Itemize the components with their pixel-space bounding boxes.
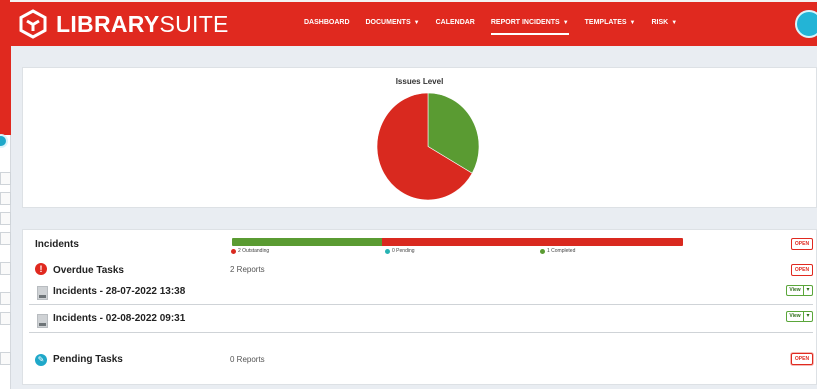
nav-item-templates[interactable]: TEMPLATES ▼ (585, 19, 636, 33)
incident-item-title[interactable]: Incidents - 02-08-2022 09:31 (53, 313, 185, 324)
legend-pending: 0 Pending (385, 248, 415, 254)
alert-icon: ! (35, 263, 47, 275)
main-nav: DASHBOARD DOCUMENTS ▼ CALENDAR REPORT INCIDE… (304, 19, 693, 35)
nav-item-calendar[interactable]: CALENDAR (436, 19, 475, 33)
progress-segment-completed (232, 238, 383, 246)
pending-tasks-title: Pending Tasks (53, 354, 123, 365)
legend-completed: 1 Completed (540, 248, 575, 254)
background-page-edge (0, 0, 11, 389)
background-avatar-icon (0, 134, 8, 148)
pending-count: 0 Reports (230, 355, 265, 364)
nav-item-label: DASHBOARD (304, 19, 350, 26)
nav-item-risk[interactable]: RISK ▼ (651, 19, 677, 33)
brand-name-bold: LIBRARY (56, 10, 160, 37)
background-row (0, 232, 11, 245)
view-dropdown-toggle[interactable]: ▾ (804, 311, 813, 322)
overdue-tasks-title: Overdue Tasks (53, 265, 124, 276)
caret-down-icon: ▼ (413, 20, 420, 26)
incidents-progress-bar (232, 238, 683, 246)
view-dropdown-toggle[interactable]: ▾ (804, 285, 813, 296)
overdue-open-button[interactable]: OPEN (791, 264, 813, 276)
nav-item-label: RISK (651, 19, 669, 26)
view-button[interactable]: View (786, 311, 804, 322)
incident-item-actions: View ▾ (786, 285, 813, 296)
legend-dot (385, 248, 390, 254)
background-row (0, 262, 11, 275)
caret-down-icon: ▼ (629, 20, 636, 26)
row-divider (29, 332, 813, 333)
incidents-title: Incidents (35, 239, 79, 250)
overdue-count: 2 Reports (230, 265, 265, 274)
nav-item-label: TEMPLATES (584, 19, 627, 26)
legend-dot (231, 248, 236, 254)
nav-item-label: REPORT INCIDENTS (490, 19, 560, 26)
background-row (0, 312, 11, 325)
background-row (0, 172, 11, 185)
nav-item-label: CALENDAR (435, 19, 475, 26)
legend-outstanding: 2 Outstanding (231, 248, 269, 254)
background-row (0, 352, 11, 365)
cube-logo-icon (19, 9, 47, 39)
background-row (0, 212, 11, 225)
legend-outstanding-text: 2 Outstanding (238, 248, 270, 254)
legend-dot (540, 248, 545, 254)
pending-open-button[interactable]: OPEN (791, 353, 813, 365)
user-avatar[interactable] (795, 10, 817, 38)
brand-logo[interactable]: LIBRARYSUITE (18, 9, 229, 39)
top-navbar: LIBRARYSUITE DASHBOARD DOCUMENTS ▼ CALENDAR… (10, 0, 817, 46)
brand-name: LIBRARYSUITE (56, 11, 229, 38)
incident-item-title[interactable]: Incidents - 28-07-2022 13:38 (53, 286, 185, 297)
progress-segment-outstanding (382, 238, 683, 246)
document-icon (37, 286, 48, 300)
legend-pending-text: 0 Pending (392, 248, 415, 254)
incident-item-actions: View ▾ (786, 311, 813, 322)
nav-item-dashboard[interactable]: DASHBOARD (304, 19, 350, 33)
background-row (0, 192, 11, 205)
nav-item-label: DOCUMENTS (365, 19, 411, 26)
view-button[interactable]: View (786, 285, 804, 296)
nav-item-report-incidents[interactable]: REPORT INCIDENTS ▼ (490, 19, 569, 35)
caret-down-icon: ▼ (562, 20, 569, 26)
legend-completed-text: 1 Completed (547, 248, 576, 254)
brand-name-light: SUITE (159, 10, 229, 37)
nav-item-documents[interactable]: DOCUMENTS ▼ (366, 19, 420, 33)
issues-level-panel: Issues Level (22, 67, 817, 208)
row-divider (29, 304, 813, 305)
document-icon (37, 314, 48, 328)
chart-title: Issues Level (395, 77, 444, 86)
pencil-icon: ✎ (35, 354, 47, 366)
issues-pie-chart (376, 92, 480, 201)
incidents-open-button[interactable]: OPEN (791, 238, 813, 250)
caret-down-icon: ▼ (671, 20, 678, 26)
background-row (0, 292, 11, 305)
tasks-panel: Incidents 2 Outstanding 0 Pending 1 Comp… (22, 229, 817, 385)
